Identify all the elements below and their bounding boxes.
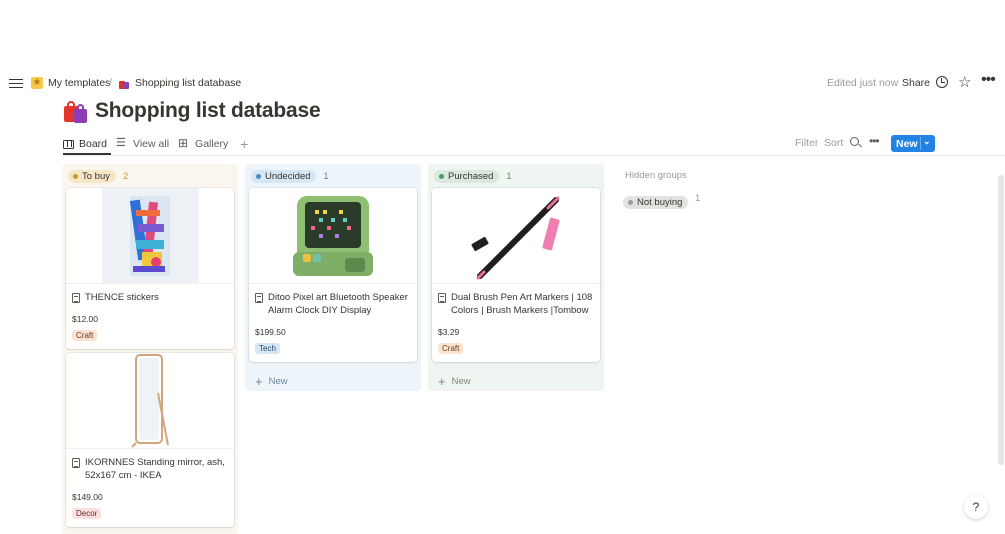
card-title: IKORNNES Standing mirror, ash, 52x167 cm… bbox=[85, 457, 225, 481]
sticker-pack-image bbox=[66, 188, 234, 284]
search-icon[interactable] bbox=[850, 137, 859, 146]
column-header[interactable]: To buy 2 bbox=[66, 169, 234, 184]
hidden-group-not-buying[interactable]: Not buying bbox=[623, 192, 689, 210]
plus-icon: + bbox=[255, 374, 263, 389]
tab-gallery[interactable]: Gallery bbox=[178, 134, 229, 154]
category-tag: Decor bbox=[72, 508, 102, 519]
mirror-image bbox=[66, 353, 234, 449]
hidden-group-count: 1 bbox=[695, 193, 701, 204]
new-button-divider bbox=[920, 137, 921, 150]
card-price: $12.00 bbox=[72, 314, 98, 324]
status-dot bbox=[256, 174, 261, 179]
page-header: Shopping list database bbox=[63, 96, 321, 126]
category-tag: Craft bbox=[438, 343, 464, 354]
status-dot bbox=[73, 174, 78, 179]
card-title: THENCE stickers bbox=[85, 292, 159, 303]
category-tag: Craft bbox=[72, 330, 98, 341]
filter-button[interactable]: Filter bbox=[795, 137, 818, 149]
column-name: Purchased bbox=[448, 171, 494, 182]
tab-view-all-label: View all bbox=[133, 138, 170, 150]
column-count: 2 bbox=[123, 171, 129, 182]
breadcrumb-current-label: Shopping list database bbox=[135, 77, 242, 89]
column-count: 1 bbox=[323, 171, 329, 182]
shopping-bags-icon bbox=[63, 98, 89, 124]
hidden-group-name: Not buying bbox=[637, 197, 683, 208]
list-view-icon bbox=[116, 136, 128, 149]
board-column-purchased: Purchased 1 Dual Brush Pen Art Markers |… bbox=[428, 164, 604, 391]
edited-status: Edited just now bbox=[827, 77, 899, 89]
category-tag: Tech bbox=[255, 343, 280, 354]
sidebar-menu-icon[interactable] bbox=[9, 76, 23, 90]
tab-board[interactable]: Board bbox=[63, 134, 107, 154]
board-column-to-buy: To buy 2 THENCE stickers $12.00 Craft IK… bbox=[62, 164, 238, 534]
favorite-star-icon[interactable]: ☆ bbox=[958, 73, 971, 91]
tab-view-all[interactable]: View all bbox=[116, 134, 170, 154]
status-pill-to-buy: To buy bbox=[68, 170, 116, 183]
card-title: Dual Brush Pen Art Markers | 108 Colors … bbox=[451, 292, 593, 316]
breadcrumb-current[interactable]: Shopping list database bbox=[119, 77, 241, 89]
column-name: Undecided bbox=[265, 171, 311, 182]
page-icon bbox=[438, 293, 446, 303]
add-new-label: New bbox=[451, 376, 471, 387]
board-card[interactable]: IKORNNES Standing mirror, ash, 52x167 cm… bbox=[66, 353, 234, 527]
board-card[interactable]: Dual Brush Pen Art Markers | 108 Colors … bbox=[432, 188, 600, 362]
add-new-label: New bbox=[268, 376, 288, 387]
gallery-view-icon bbox=[178, 136, 190, 150]
column-header[interactable]: Purchased 1 bbox=[432, 169, 600, 184]
board-view-icon bbox=[63, 139, 74, 149]
status-pill-undecided: Undecided bbox=[251, 170, 317, 183]
pixel-speaker-image bbox=[249, 188, 417, 284]
new-button-label: New bbox=[896, 137, 918, 150]
card-price: $3.29 bbox=[438, 327, 460, 337]
breadcrumb-parent[interactable]: ★ My templates bbox=[31, 77, 110, 89]
board-card[interactable]: Ditoo Pixel art Bluetooth Speaker Alarm … bbox=[249, 188, 417, 362]
tab-board-label: Board bbox=[79, 138, 108, 150]
page-icon bbox=[72, 458, 80, 468]
board-column-undecided: Undecided 1 Ditoo Pixel art Bluetooth Sp… bbox=[245, 164, 421, 391]
history-clock-icon[interactable] bbox=[936, 76, 948, 88]
tab-gallery-label: Gallery bbox=[195, 138, 229, 150]
card-price: $199.50 bbox=[255, 327, 286, 337]
view-tabs: Board View all Gallery + bbox=[63, 134, 248, 154]
help-button[interactable]: ? bbox=[964, 495, 988, 519]
share-button[interactable]: Share bbox=[902, 77, 930, 89]
page-title: Shopping list database bbox=[95, 99, 321, 122]
more-options-icon[interactable]: ••• bbox=[981, 71, 996, 89]
column-count: 1 bbox=[506, 171, 512, 182]
status-dot bbox=[628, 200, 633, 205]
shopping-bag-icon bbox=[119, 78, 130, 89]
new-button[interactable]: New ⌄ bbox=[891, 135, 935, 152]
column-name: To buy bbox=[82, 171, 110, 182]
column-header[interactable]: Undecided 1 bbox=[249, 169, 417, 184]
add-new-card-button[interactable]: + New bbox=[432, 366, 600, 397]
status-pill-not-buying: Not buying bbox=[623, 196, 689, 209]
views-divider bbox=[63, 155, 1005, 156]
plus-icon: + bbox=[438, 374, 446, 389]
chevron-down-icon[interactable]: ⌄ bbox=[923, 136, 931, 147]
add-view-button[interactable]: + bbox=[240, 136, 248, 152]
vertical-scrollbar[interactable] bbox=[998, 175, 1004, 465]
view-options-icon[interactable]: ••• bbox=[869, 134, 880, 148]
breadcrumb-parent-label: My templates bbox=[48, 77, 111, 89]
add-new-card-button[interactable]: + New bbox=[249, 366, 417, 397]
board-card[interactable]: THENCE stickers $12.00 Craft bbox=[66, 188, 234, 349]
card-title: Ditoo Pixel art Bluetooth Speaker Alarm … bbox=[268, 292, 408, 316]
card-price: $149.00 bbox=[72, 492, 103, 502]
top-bar: ★ My templates / Shopping list database … bbox=[0, 71, 1005, 94]
breadcrumb-separator: / bbox=[109, 77, 112, 89]
status-dot bbox=[439, 174, 444, 179]
page-icon bbox=[255, 293, 263, 303]
sort-button[interactable]: Sort bbox=[824, 137, 843, 149]
star-page-icon: ★ bbox=[31, 77, 43, 89]
brush-pen-image bbox=[432, 188, 600, 284]
hidden-groups-label: Hidden groups bbox=[625, 170, 687, 181]
status-pill-purchased: Purchased bbox=[434, 170, 500, 183]
page-icon bbox=[72, 293, 80, 303]
